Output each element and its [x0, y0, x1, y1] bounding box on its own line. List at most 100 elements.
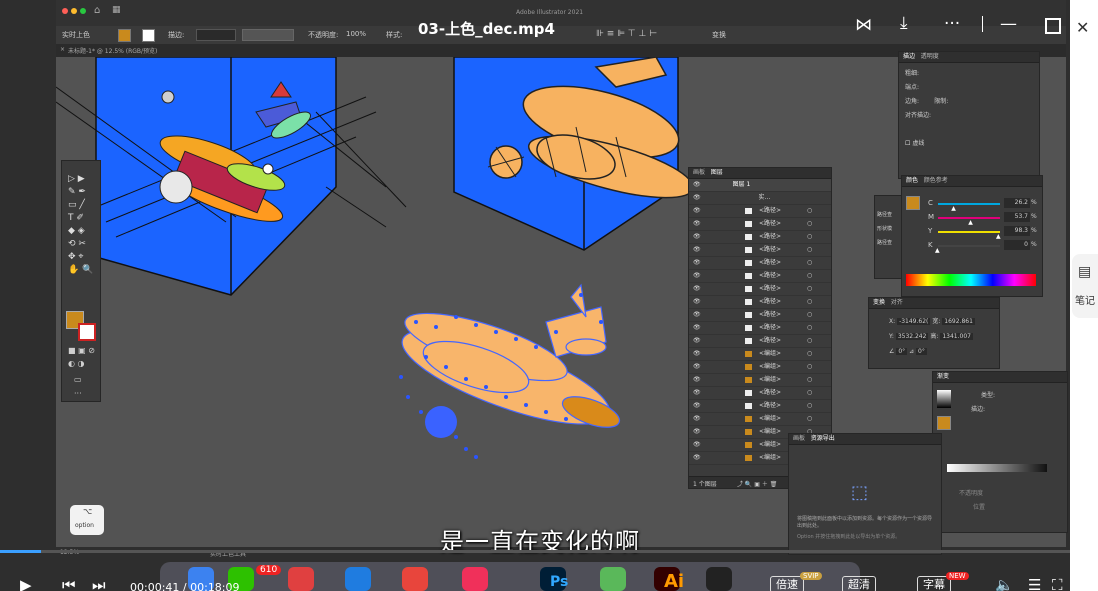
- opacity-value[interactable]: 100%: [346, 30, 366, 38]
- transform-link[interactable]: 变换: [712, 30, 726, 40]
- layer-row-top[interactable]: 👁 图层 1: [689, 179, 831, 192]
- target-icon[interactable]: ○: [807, 387, 812, 399]
- draw-mode-icons[interactable]: ◐ ◑: [68, 359, 85, 368]
- target-icon[interactable]: ○: [807, 309, 812, 321]
- visibility-icon[interactable]: 👁: [693, 324, 701, 331]
- tab-gradient[interactable]: 渐变: [937, 373, 949, 380]
- target-icon[interactable]: ○: [807, 218, 812, 230]
- download-icon[interactable]: ⤓: [900, 13, 908, 33]
- dock-app-launchpad-icon[interactable]: [288, 567, 314, 591]
- visibility-icon[interactable]: 👁: [693, 181, 701, 188]
- fullscreen-icon[interactable]: ⛶: [1052, 576, 1063, 591]
- tab-transform[interactable]: 变换: [873, 299, 885, 306]
- target-icon[interactable]: ○: [807, 270, 812, 282]
- next-icon[interactable]: ⏭: [92, 576, 106, 591]
- cmyk-row[interactable]: C ▲ 26.2%: [928, 198, 1038, 212]
- layer-row[interactable]: 👁 <编组> ○: [689, 361, 831, 374]
- tab-transparency[interactable]: 透明度: [921, 53, 939, 60]
- tab-artboards[interactable]: 画板: [693, 169, 705, 176]
- maximize-icon[interactable]: [1045, 18, 1061, 34]
- dock-app-maps-icon[interactable]: [600, 567, 626, 591]
- visibility-icon[interactable]: 👁: [693, 259, 701, 266]
- progress-track[interactable]: [0, 550, 1070, 553]
- dashed-line-checkbox[interactable]: ☐: [905, 140, 910, 147]
- slider-handle-icon[interactable]: ▲: [951, 205, 956, 212]
- slider-handle-icon[interactable]: ▲: [996, 233, 1001, 240]
- visibility-icon[interactable]: 👁: [693, 415, 701, 422]
- visibility-icon[interactable]: 👁: [693, 272, 701, 279]
- target-icon[interactable]: ○: [807, 361, 812, 373]
- target-icon[interactable]: ○: [807, 283, 812, 295]
- zoom-window-icon[interactable]: [80, 8, 86, 14]
- minimize-icon[interactable]: —: [1000, 14, 1017, 34]
- channel-value[interactable]: 0: [1004, 240, 1030, 250]
- quality-button[interactable]: 超清: [842, 576, 876, 591]
- stroke-color-swatch[interactable]: [78, 323, 96, 341]
- stroke-weight-input[interactable]: [196, 29, 236, 41]
- target-icon[interactable]: ○: [807, 296, 812, 308]
- tab-color[interactable]: 颜色: [906, 177, 918, 184]
- dock-app-chrome-icon[interactable]: [402, 567, 428, 591]
- tab-layers[interactable]: 图层: [711, 169, 723, 176]
- channel-slider[interactable]: [938, 203, 1000, 205]
- layer-row[interactable]: 👁 <路径> ○: [689, 400, 831, 413]
- channel-value[interactable]: 26.2: [1004, 198, 1030, 208]
- slider-handle-icon[interactable]: ▲: [935, 247, 940, 254]
- target-icon[interactable]: ○: [807, 335, 812, 347]
- video-player[interactable]: ⌂ ▦ Adobe Illustrator 2021 实时上色 描边: 不透明度…: [0, 0, 1070, 591]
- visibility-icon[interactable]: 👁: [693, 363, 701, 370]
- channel-value[interactable]: 98.3: [1004, 226, 1030, 236]
- gradient-slider[interactable]: [947, 464, 1047, 472]
- target-icon[interactable]: ○: [807, 374, 812, 386]
- color-mode-icons[interactable]: ■ ▣ ⊘: [68, 346, 95, 355]
- layer-row[interactable]: 👁 <路径> ○: [689, 335, 831, 348]
- variable-width-dropdown[interactable]: [242, 29, 294, 41]
- stroke-swatch[interactable]: [142, 29, 155, 42]
- target-icon[interactable]: ○: [807, 413, 812, 425]
- visibility-icon[interactable]: 👁: [693, 298, 701, 305]
- tab-align[interactable]: 对齐: [891, 299, 903, 306]
- tab-color-guide[interactable]: 颜色参考: [924, 177, 948, 184]
- layer-row[interactable]: 👁 <路径> ○: [689, 205, 831, 218]
- dock-app-photos-icon[interactable]: [706, 567, 732, 591]
- layer-row[interactable]: 👁 <路径> ○: [689, 387, 831, 400]
- layer-row[interactable]: 👁 <路径> ○: [689, 283, 831, 296]
- artboard-canvas[interactable]: ▷ ▶ ✎ ✒ ▭ ╱ T ✐ ◆ ◈ ⟲ ✂ ✥ ⌖ ✋ 🔍 ■ ▣ ⊘ ◐ ◑ ▭ ···…: [56, 51, 1068, 555]
- visibility-icon[interactable]: 👁: [693, 441, 701, 448]
- visibility-icon[interactable]: 👁: [693, 220, 701, 227]
- visibility-icon[interactable]: 👁: [693, 311, 701, 318]
- share-icon[interactable]: ⋈: [855, 15, 872, 35]
- layer-row[interactable]: 👁 <路径> ○: [689, 231, 831, 244]
- target-icon[interactable]: ○: [807, 348, 812, 360]
- minimize-window-icon[interactable]: [71, 8, 77, 14]
- playlist-icon[interactable]: ☰: [1028, 576, 1041, 591]
- slider-handle-icon[interactable]: ▲: [968, 219, 973, 226]
- layer-row[interactable]: 👁 <路径> ○: [689, 218, 831, 231]
- fill-swatch[interactable]: [118, 29, 131, 42]
- visibility-icon[interactable]: 👁: [693, 428, 701, 435]
- layer-row[interactable]: 👁 <编组> ○: [689, 348, 831, 361]
- cmyk-row[interactable]: Y ▲ 98.3%: [928, 226, 1038, 240]
- visibility-icon[interactable]: 👁: [693, 233, 701, 240]
- layer-row[interactable]: 👁 <路径> ○: [689, 270, 831, 283]
- visibility-icon[interactable]: 👁: [693, 376, 701, 383]
- speed-button[interactable]: 倍速: [770, 576, 804, 591]
- volume-icon[interactable]: 🔈: [995, 576, 1014, 591]
- close-tab-icon[interactable]: ×: [60, 46, 65, 53]
- visibility-icon[interactable]: 👁: [693, 207, 701, 214]
- visibility-icon[interactable]: 👁: [693, 454, 701, 461]
- layer-row-sub[interactable]: 👁 实...: [689, 192, 831, 205]
- more-icon[interactable]: ···: [944, 14, 960, 34]
- layer-action-icons[interactable]: ⤴ 🔍 ▣ ＋ 🗑: [737, 479, 777, 488]
- gradient-thumb[interactable]: [937, 390, 951, 408]
- visibility-icon[interactable]: 👁: [693, 246, 701, 253]
- play-icon[interactable]: ▶: [20, 576, 32, 591]
- height-input[interactable]: 1341.007: [940, 333, 973, 340]
- more-tools-icon[interactable]: ···: [74, 389, 82, 398]
- width-input[interactable]: 1692.861: [942, 318, 975, 325]
- layer-row[interactable]: 👁 <路径> ○: [689, 244, 831, 257]
- visibility-icon[interactable]: 👁: [693, 389, 701, 396]
- visibility-icon[interactable]: 👁: [693, 194, 701, 201]
- tab-asset-export[interactable]: 资源导出: [811, 435, 835, 442]
- screen-mode-icon[interactable]: ▭: [74, 375, 82, 384]
